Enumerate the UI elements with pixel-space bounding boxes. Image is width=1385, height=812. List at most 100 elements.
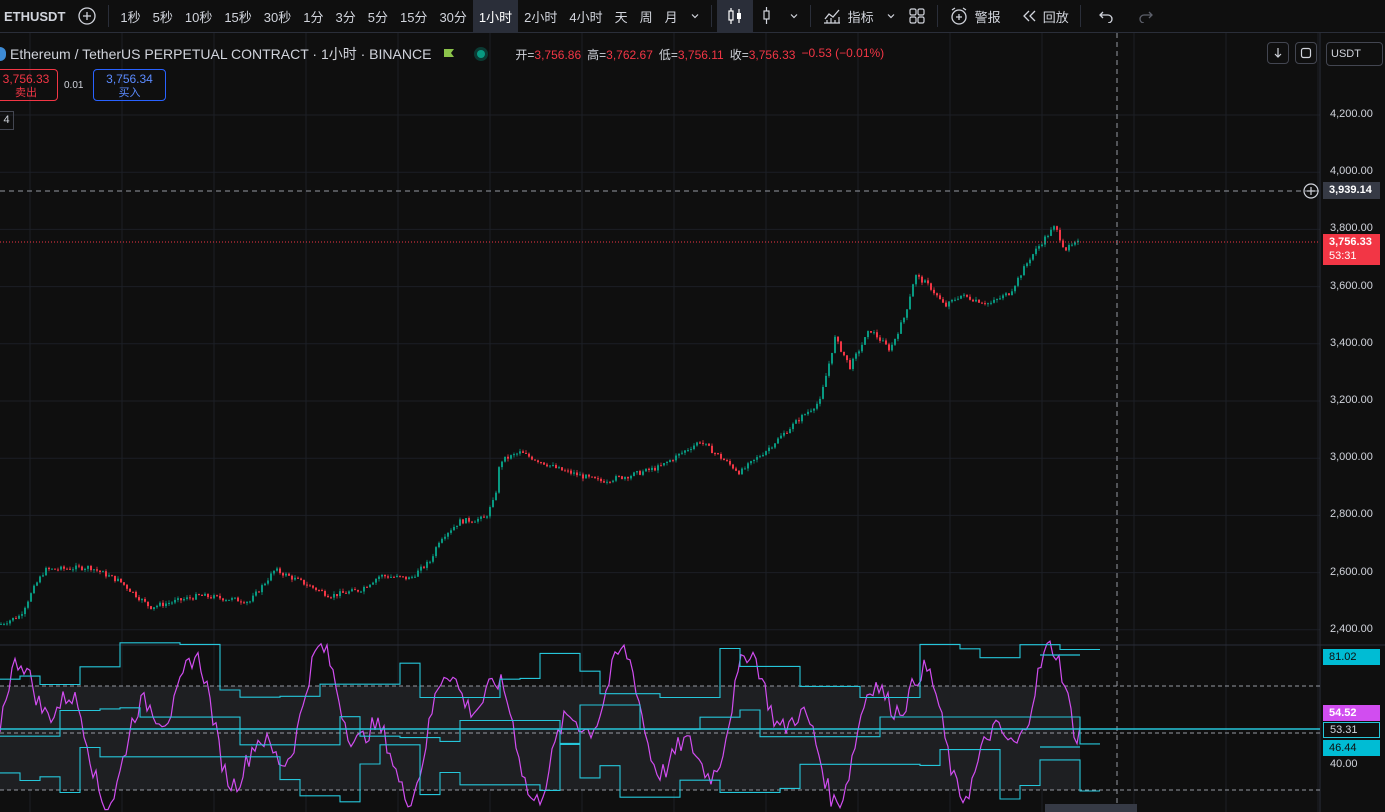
candle-body xyxy=(795,420,797,424)
indicator-mid-tag: 53.31 xyxy=(1323,722,1380,738)
candle-body xyxy=(579,474,581,476)
candle-body xyxy=(690,449,692,451)
candle-body xyxy=(753,459,755,462)
candle-body xyxy=(87,565,89,569)
interval-9[interactable]: 15分 xyxy=(394,0,433,32)
candle-body xyxy=(447,532,449,537)
candle-body xyxy=(450,530,452,533)
candle-body xyxy=(756,457,758,460)
layouts-button[interactable] xyxy=(902,0,932,32)
candle-body xyxy=(285,573,287,576)
interval-7[interactable]: 3分 xyxy=(330,0,362,32)
candle-body xyxy=(159,602,161,606)
candle-body xyxy=(921,276,923,283)
candle-body xyxy=(237,597,239,602)
interval-10[interactable]: 30分 xyxy=(433,0,472,32)
candle-body xyxy=(489,507,491,517)
interval-6[interactable]: 1分 xyxy=(297,0,329,32)
candle-body xyxy=(183,599,185,601)
interval-3[interactable]: 10秒 xyxy=(179,0,218,32)
buy-button[interactable]: 3,756.34 买入 xyxy=(93,69,166,101)
indicators-dropdown[interactable] xyxy=(880,0,902,32)
candle-body xyxy=(39,576,41,583)
currency-selector[interactable]: USDT xyxy=(1326,42,1383,66)
replay-button[interactable]: 回放 xyxy=(1015,0,1075,32)
interval-4[interactable]: 15秒 xyxy=(218,0,257,32)
interval-12[interactable]: 2小时 xyxy=(518,0,563,32)
candle-body xyxy=(348,591,350,594)
interval-11[interactable]: 1小时 xyxy=(472,0,519,32)
interval-dropdown[interactable] xyxy=(684,0,706,32)
candle-body xyxy=(762,454,764,457)
indicator-count-badge[interactable]: 4 xyxy=(0,111,14,130)
candle-body xyxy=(120,578,122,583)
candle-body xyxy=(207,593,209,598)
candle-body xyxy=(105,571,107,577)
candle-body xyxy=(402,576,404,578)
candle-body xyxy=(1023,266,1025,276)
candle-body xyxy=(420,566,422,571)
candle-body xyxy=(171,602,173,604)
sell-button[interactable]: 3,756.33 卖出 xyxy=(0,69,58,101)
candle-body xyxy=(927,280,929,284)
candle-body xyxy=(873,332,875,334)
candle-body xyxy=(75,565,77,570)
candle-body xyxy=(156,605,158,608)
candle-type-button[interactable] xyxy=(716,0,753,32)
chart-canvas[interactable] xyxy=(0,33,1385,812)
price-axis-label: 3,400.00 xyxy=(1330,336,1373,349)
candle-body xyxy=(126,584,128,589)
candle-body xyxy=(1050,229,1052,236)
interval-5[interactable]: 30秒 xyxy=(258,0,297,32)
candle-body xyxy=(339,591,341,597)
bar-type-button[interactable] xyxy=(753,0,783,32)
candle-body xyxy=(951,299,953,302)
alert-button[interactable]: 警报 xyxy=(943,0,1007,32)
candle-body xyxy=(186,597,188,600)
redo-button[interactable] xyxy=(1126,0,1166,32)
candle-body xyxy=(414,576,416,578)
undo-button[interactable] xyxy=(1086,0,1126,32)
interval-1[interactable]: 1秒 xyxy=(114,0,146,32)
candle-body xyxy=(723,458,725,461)
candle-body xyxy=(582,474,584,479)
chart-type-dropdown[interactable] xyxy=(783,0,805,32)
symbol-search[interactable]: ETHUSDT xyxy=(0,0,71,32)
candle-body xyxy=(930,283,932,290)
indicators-button[interactable]: 指标 xyxy=(816,0,880,32)
candle-body xyxy=(957,298,959,300)
candle-body xyxy=(315,587,317,590)
chevron-down-icon xyxy=(690,11,700,21)
chevron-down-icon xyxy=(789,11,799,21)
low-label: 低= xyxy=(658,47,678,62)
interval-8[interactable]: 5分 xyxy=(362,0,394,32)
candle-body xyxy=(867,331,869,338)
interval-16[interactable]: 月 xyxy=(659,0,684,32)
candle-body xyxy=(360,591,362,593)
interval-14[interactable]: 天 xyxy=(609,0,634,32)
candle-body xyxy=(345,592,347,594)
add-alert-plus-icon[interactable] xyxy=(1302,182,1320,205)
candle-body xyxy=(138,597,140,601)
candle-body xyxy=(633,472,635,476)
interval-15[interactable]: 周 xyxy=(634,0,659,32)
candle-body xyxy=(843,351,845,356)
candle-body xyxy=(786,432,788,434)
candle-body xyxy=(855,353,857,359)
add-symbol-button[interactable] xyxy=(71,0,103,32)
scroll-down-button[interactable] xyxy=(1267,42,1289,64)
candle-body xyxy=(405,576,407,580)
flag-icon[interactable] xyxy=(443,48,455,60)
candle-body xyxy=(522,451,524,453)
candle-body xyxy=(678,453,680,456)
candle-body xyxy=(297,577,299,579)
candle-body xyxy=(621,476,623,479)
interval-2[interactable]: 5秒 xyxy=(147,0,179,32)
candle-body xyxy=(216,595,218,597)
candle-body xyxy=(897,333,899,339)
time-scrollbar xyxy=(1045,804,1137,812)
interval-13[interactable]: 4小时 xyxy=(563,0,608,32)
candle-body xyxy=(1044,236,1046,245)
candle-body xyxy=(513,454,515,456)
fullscreen-button[interactable] xyxy=(1295,42,1317,64)
